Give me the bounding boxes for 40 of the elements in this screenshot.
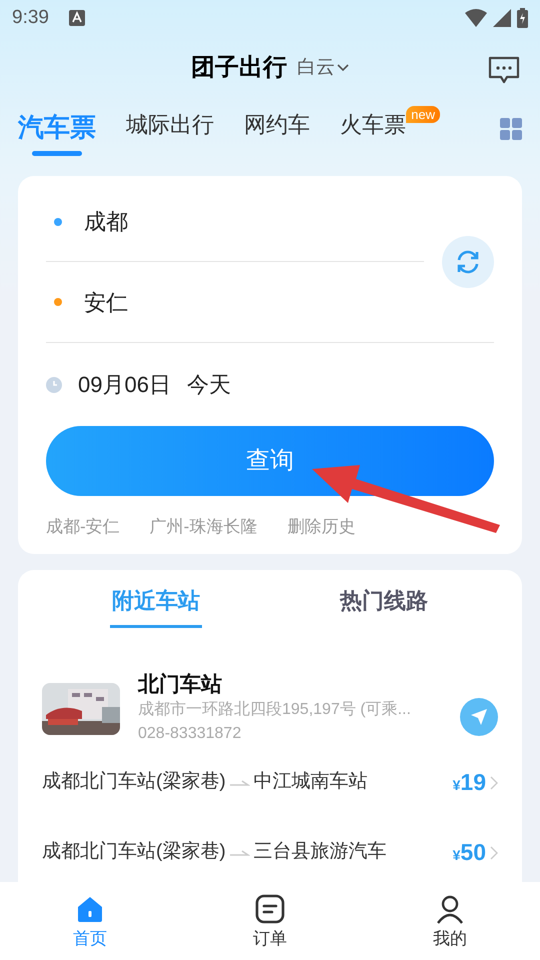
send-icon <box>470 708 488 726</box>
section-tab[interactable]: 热门线路 <box>270 570 498 628</box>
navigate-button[interactable] <box>460 698 498 736</box>
clock-icon <box>46 376 62 392</box>
keyboard-icon <box>68 10 85 26</box>
destination-city[interactable]: 安仁 <box>84 286 128 318</box>
route-price: 19 <box>460 768 486 798</box>
category-tab[interactable]: 网约车 <box>244 100 310 156</box>
category-tab[interactable]: 火车票 new <box>340 100 440 156</box>
route-origin: 成都北门车站(梁家巷) <box>42 840 226 864</box>
currency-symbol: ¥ <box>452 776 460 796</box>
route-destination: 中江城南车站 <box>254 770 368 794</box>
origin-city[interactable]: 成都 <box>84 205 128 238</box>
status-time: 9:39 <box>12 6 49 30</box>
swap-button[interactable] <box>442 236 494 288</box>
person-icon <box>435 894 465 924</box>
chevron-right-icon <box>490 846 498 860</box>
station-address: 成都市一环路北四段195,197号 (可乘... <box>138 700 412 720</box>
route-origin: 成都北门车站(梁家巷) <box>42 770 226 794</box>
city-selector[interactable]: 白云 <box>297 54 349 82</box>
travel-date[interactable]: 09月06日 <box>78 368 171 401</box>
list-icon <box>255 894 285 924</box>
station-phone: 028-83331872 <box>138 724 242 744</box>
currency-symbol: ¥ <box>452 846 460 866</box>
wifi-icon <box>465 9 487 27</box>
route-row[interactable]: 成都北门车站(梁家巷) 中江城南车站 ¥19 <box>42 750 498 816</box>
app-title: 团子出行 <box>191 53 287 83</box>
grid-icon[interactable] <box>500 118 522 140</box>
route-price: 50 <box>460 838 486 868</box>
chevron-down-icon <box>337 64 349 72</box>
station-name: 北门车站 <box>138 672 223 698</box>
route-destination: 三台县旅游汽车 <box>254 840 387 864</box>
new-badge: new <box>406 106 440 123</box>
home-icon <box>75 894 105 924</box>
date-day: 今天 <box>186 368 231 401</box>
message-icon[interactable] <box>488 56 520 84</box>
chevron-right-icon <box>490 776 498 790</box>
battery-icon <box>517 8 528 28</box>
signal-icon <box>493 9 511 27</box>
category-tab[interactable]: 城际出行 <box>126 100 214 156</box>
